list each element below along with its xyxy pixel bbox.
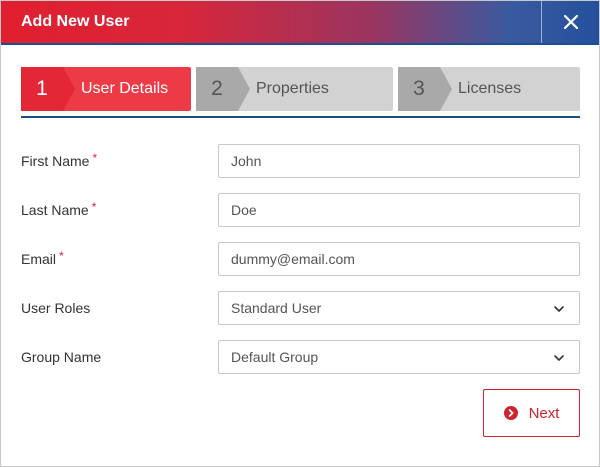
email-row: Email * (21, 242, 580, 276)
step-user-details[interactable]: 1 User Details (21, 67, 191, 111)
user-roles-label: User Roles (21, 300, 91, 316)
last-name-label: Last Name * (21, 200, 97, 218)
dialog-header: Add New User (1, 1, 599, 45)
email-label: Email * (21, 249, 64, 267)
group-name-selected: Default Group (231, 349, 319, 365)
required-mark: * (91, 200, 97, 214)
required-mark: * (92, 151, 98, 165)
wizard-stepper: 1 User Details 2 Properties 3 Licenses (21, 67, 580, 111)
group-name-label: Group Name (21, 349, 102, 365)
add-user-dialog: Add New User 1 User Details 2 Properties… (0, 0, 600, 467)
first-name-label: First Name * (21, 151, 98, 169)
last-name-row: Last Name * (21, 193, 580, 227)
step-label: User Details (81, 80, 169, 97)
step-properties[interactable]: 2 Properties (196, 67, 393, 111)
step-number: 3 (398, 67, 452, 111)
group-name-select[interactable]: Default Group (218, 340, 580, 374)
email-input[interactable] (218, 242, 580, 276)
user-roles-select[interactable]: Standard User (218, 291, 580, 325)
group-name-row: Group Name Default Group (21, 340, 580, 374)
chevron-down-icon (554, 355, 564, 361)
last-name-input[interactable] (218, 193, 580, 227)
step-licenses[interactable]: 3 Licenses (398, 67, 580, 111)
step-number: 2 (196, 67, 250, 111)
step-label: Licenses (458, 80, 522, 97)
step-number: 1 (21, 67, 75, 111)
close-icon (563, 15, 578, 29)
close-button[interactable] (542, 1, 599, 43)
user-roles-selected: Standard User (231, 300, 322, 316)
user-roles-row: User Roles Standard User (21, 291, 580, 325)
chevron-right-circle-icon (503, 406, 518, 420)
next-label: Next (528, 404, 560, 422)
chevron-down-icon (554, 306, 564, 312)
first-name-input[interactable] (218, 144, 580, 178)
next-button[interactable]: Next (483, 389, 580, 437)
required-mark: * (59, 249, 64, 263)
stepper-divider (21, 116, 580, 118)
step-label: Properties (256, 80, 329, 97)
dialog-title: Add New User (21, 13, 130, 30)
first-name-row: First Name * (21, 144, 580, 178)
